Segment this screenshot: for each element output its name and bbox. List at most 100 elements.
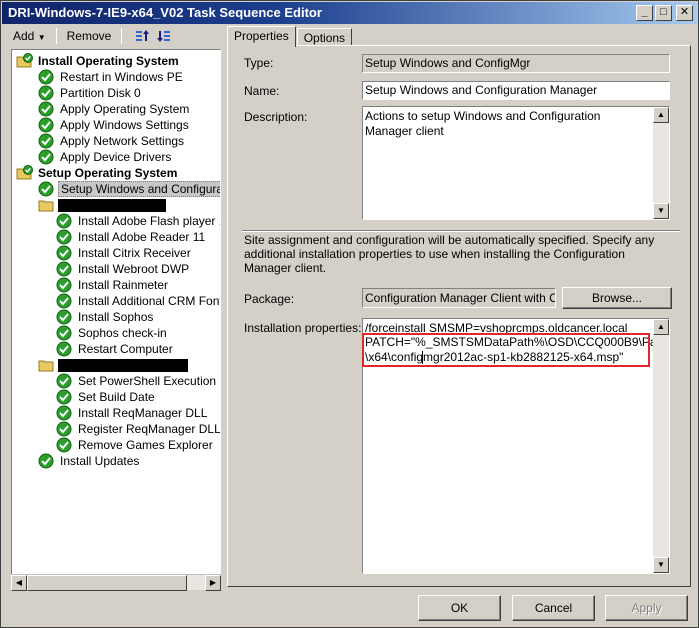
tree-item-label: Set PowerShell Execution Policy	[78, 374, 220, 388]
installation-properties-label: Installation properties:	[244, 321, 362, 335]
tree-item-label: Setup Windows and Configuration Manager	[58, 181, 220, 197]
tree-step[interactable]: Set Build Date	[56, 389, 220, 405]
tree-group[interactable]: Setup Operating System	[16, 165, 220, 181]
scroll-thumb[interactable]	[27, 575, 187, 591]
cancel-button[interactable]: Cancel	[512, 595, 595, 621]
tab-properties[interactable]: Properties	[227, 26, 296, 47]
green-check-icon	[56, 405, 72, 421]
green-check-icon	[56, 229, 72, 245]
group-folder-check-icon	[16, 165, 33, 181]
tree-step[interactable]: Install Citrix Receiver	[56, 245, 220, 261]
scroll-up-arrow-icon[interactable]: ▲	[653, 107, 669, 123]
green-check-icon	[56, 261, 72, 277]
tree-item-label: Apply Windows Settings	[60, 118, 189, 132]
tree-item-label: Install Sophos	[78, 310, 154, 324]
properties-panel: Type: Setup Windows and ConfigMgr Name: …	[227, 45, 691, 587]
tree-horizontal-scrollbar[interactable]: ◀ ▶	[11, 574, 221, 591]
add-menu-button[interactable]: Add ▼	[9, 29, 50, 43]
task-sequence-tree[interactable]: Install Operating System Restart in Windo…	[11, 49, 221, 589]
green-check-icon	[38, 149, 54, 165]
tree-step[interactable]: Apply Windows Settings	[38, 117, 220, 133]
scroll-right-arrow-icon[interactable]: ▶	[205, 575, 221, 591]
task-sequence-editor-window: DRI-Windows-7-IE9-x64_V02 Task Sequence …	[0, 0, 699, 628]
remove-button[interactable]: Remove	[63, 29, 116, 43]
green-check-icon	[56, 373, 72, 389]
name-label: Name:	[244, 84, 280, 98]
move-down-icon[interactable]	[156, 28, 172, 44]
tree-item-label: Install Updates	[60, 454, 140, 468]
site-assignment-note: Site assignment and configuration will b…	[244, 233, 655, 275]
tree-step[interactable]: Set PowerShell Execution Policy	[56, 373, 220, 389]
tree-step[interactable]: Setup Windows and Configuration Manager	[38, 181, 220, 197]
scroll-left-arrow-icon[interactable]: ◀	[11, 575, 27, 591]
text-caret	[422, 351, 423, 364]
description-textarea[interactable]: Actions to setup Windows and Configurati…	[362, 106, 670, 220]
green-check-icon	[56, 389, 72, 405]
tree-item-label: Install Operating System	[38, 54, 179, 68]
tree-item-label: Install Webroot DWP	[78, 262, 190, 276]
tree-folder[interactable]	[38, 357, 220, 373]
ok-button[interactable]: OK	[418, 595, 501, 621]
tree-item-label: Restart Computer	[78, 342, 173, 356]
tree-step[interactable]: Sophos check-in	[56, 325, 220, 341]
close-button[interactable]: ✕	[676, 5, 693, 21]
tree-step[interactable]: Install Updates	[38, 453, 220, 469]
tree-item-label: Register ReqManager DLL	[78, 422, 221, 436]
tree-group[interactable]: Install Operating System	[16, 53, 220, 69]
scroll-up-arrow-icon[interactable]: ▲	[653, 319, 669, 335]
installation-properties-scrollbar[interactable]: ▲ ▼	[653, 319, 669, 573]
maximize-button[interactable]: □	[655, 5, 672, 21]
scroll-down-arrow-icon[interactable]: ▼	[653, 203, 669, 219]
tree-step[interactable]: Install Additional CRM Font	[56, 293, 221, 309]
tree-item-label: Apply Device Drivers	[60, 150, 172, 164]
folder-icon	[38, 357, 54, 373]
tree-step[interactable]: Apply Network Settings	[38, 133, 220, 149]
tree-item-label: Apply Network Settings	[60, 134, 185, 148]
redacted-label	[58, 359, 188, 372]
tree-step[interactable]: Install Sophos	[56, 309, 220, 325]
tree-step[interactable]: Install ReqManager DLL	[56, 405, 220, 421]
title-bar[interactable]: DRI-Windows-7-IE9-x64_V02 Task Sequence …	[2, 2, 697, 24]
name-input[interactable]: Setup Windows and Configuration Manager	[362, 81, 670, 100]
apply-label: Apply	[631, 601, 662, 615]
green-check-icon	[38, 181, 54, 197]
green-check-icon	[38, 117, 54, 133]
tree-toolbar: Add ▼ Remove	[9, 26, 221, 46]
green-check-icon	[56, 421, 72, 437]
tree-item-label: Install ReqManager DLL	[78, 406, 208, 420]
description-text: Actions to setup Windows and Configurati…	[365, 109, 601, 138]
scroll-down-arrow-icon[interactable]: ▼	[653, 557, 669, 573]
tree-item-label: Set Build Date	[78, 390, 155, 404]
tree-step[interactable]: Apply Operating System	[38, 101, 220, 117]
green-check-icon	[56, 213, 72, 229]
tree-step[interactable]: Install Adobe Reader 11	[56, 229, 220, 245]
type-label: Type:	[244, 56, 274, 70]
tree-step[interactable]: Restart Computer	[56, 341, 220, 357]
move-up-icon[interactable]	[134, 28, 150, 44]
description-scrollbar[interactable]: ▲ ▼	[653, 107, 669, 219]
folder-icon	[38, 197, 54, 213]
tree-item-label: Install Adobe Reader 11	[78, 230, 206, 244]
window-title: DRI-Windows-7-IE9-x64_V02 Task Sequence …	[8, 5, 322, 20]
green-check-icon	[56, 437, 72, 453]
tree-item-label: Install Additional CRM Font	[78, 294, 221, 308]
tree-item-label: Setup Operating System	[38, 166, 178, 180]
tree-step[interactable]: Remove Games Explorer	[56, 437, 220, 453]
green-check-icon	[56, 277, 72, 293]
green-check-icon	[38, 85, 54, 101]
tree-step[interactable]: Restart in Windows PE	[38, 69, 220, 85]
tree-step[interactable]: Apply Device Drivers	[38, 149, 220, 165]
tree-step[interactable]: Register ReqManager DLL	[56, 421, 221, 437]
tree-step[interactable]: Install Webroot DWP	[56, 261, 220, 277]
tree-folder[interactable]	[38, 197, 220, 213]
tree-item-label: Install Rainmeter	[78, 278, 169, 292]
browse-button[interactable]: Browse...	[562, 287, 672, 309]
green-check-icon	[38, 69, 54, 85]
minimize-button[interactable]: _	[636, 5, 653, 21]
tree-step[interactable]: Install Adobe Flash player 11 ActiveX	[56, 213, 220, 229]
tree-item-label: Remove Games Explorer	[78, 438, 213, 452]
apply-button[interactable]: Apply	[605, 595, 688, 621]
green-check-icon	[56, 325, 72, 341]
tree-step[interactable]: Install Rainmeter	[56, 277, 220, 293]
tree-step[interactable]: Partition Disk 0	[38, 85, 220, 101]
